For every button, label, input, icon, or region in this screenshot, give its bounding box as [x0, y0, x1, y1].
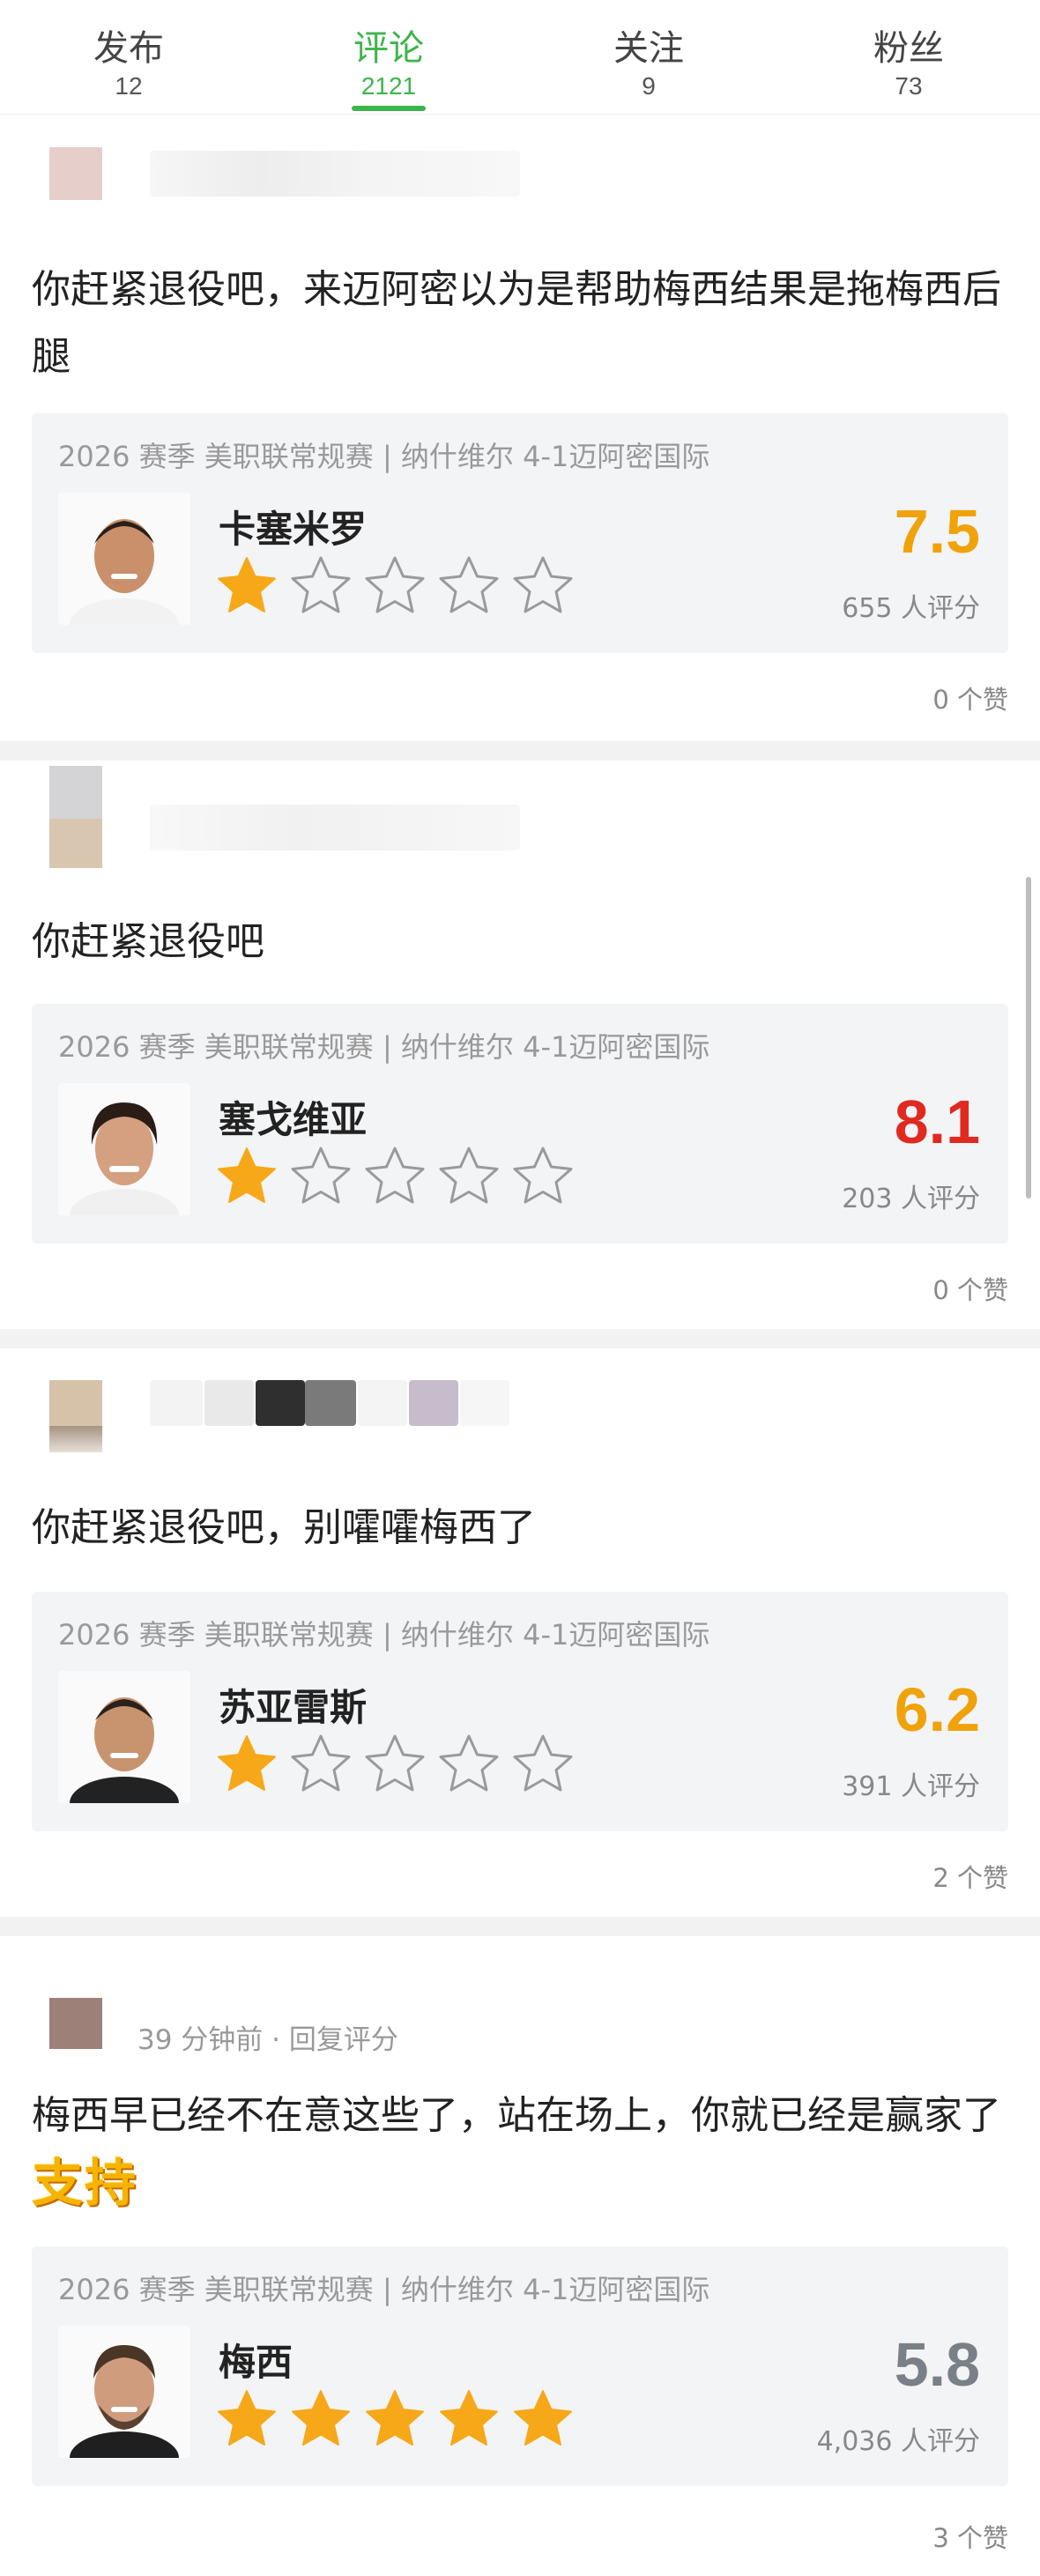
match-info: 2026 赛季 美职联常规赛 | 纳什维尔 4-1迈阿密国际 [58, 440, 710, 473]
like-count[interactable]: 3 个赞 [932, 2518, 1008, 2555]
divider [0, 1917, 1040, 1936]
avatar[interactable] [49, 147, 102, 200]
star-empty-icon[interactable] [511, 554, 575, 618]
comment-item: 你赶紧退役吧 2026 赛季 美职联常规赛 | 纳什维尔 4-1迈阿密国际 塞戈… [0, 761, 1040, 1329]
tab-posts[interactable]: 发布 12 [41, 0, 217, 115]
comment-text-content: 梅西早已经不在意这些了，站在场上，你就已经是赢家了 [32, 2093, 1001, 2138]
player-name: 卡塞米罗 [219, 508, 368, 551]
star-filled-icon[interactable] [363, 2387, 427, 2451]
tab-fans-label: 粉丝 [873, 28, 944, 69]
like-count[interactable]: 0 个赞 [932, 679, 1008, 716]
star-empty-icon[interactable] [289, 554, 353, 618]
rating-card[interactable]: 2026 赛季 美职联常规赛 | 纳什维尔 4-1迈阿密国际 梅西 5.8 4,… [32, 2246, 1008, 2486]
rater-count: 4,036 人评分 [816, 2426, 980, 2457]
player-photo [58, 1083, 190, 1215]
blurred-username [305, 1380, 356, 1426]
tab-fans-count: 73 [895, 72, 923, 100]
star-filled-icon[interactable] [511, 2387, 575, 2451]
star-empty-icon[interactable] [511, 1733, 575, 1796]
star-empty-icon[interactable] [437, 1733, 501, 1796]
tab-fans[interactable]: 粉丝 73 [821, 0, 997, 115]
comment-text-content: 你赶紧退役吧，别嚯嚯梅西了 [32, 1505, 536, 1550]
star-empty-icon[interactable] [289, 1145, 353, 1208]
blurred-username [460, 1380, 509, 1426]
comment-item: 39 分钟前 · 回复评分 梅西早已经不在意这些了，站在场上，你就已经是赢家了支… [0, 1936, 1040, 2576]
player-name: 梅西 [219, 2341, 293, 2384]
tab-comments-count: 2121 [360, 72, 417, 100]
star-filled-icon[interactable] [289, 2387, 353, 2451]
player-score: 5.8 [894, 2330, 980, 2399]
player-photo [58, 1671, 190, 1803]
tab-bar: 发布 12 评论 2121 关注 9 粉丝 73 [0, 0, 1040, 115]
tab-comments-label: 评论 [353, 28, 424, 69]
player-score: 6.2 [894, 1675, 980, 1744]
comment-meta[interactable]: 39 分钟前 · 回复评分 [137, 2017, 398, 2057]
comment-text: 你赶紧退役吧，别嚯嚯梅西了 [32, 1495, 1010, 1562]
star-empty-icon[interactable] [363, 1145, 427, 1208]
comment-item: 你赶紧退役吧，别嚯嚯梅西了 2026 赛季 美职联常规赛 | 纳什维尔 4-1迈… [0, 1348, 1040, 1917]
star-empty-icon[interactable] [511, 1145, 575, 1208]
match-info: 2026 赛季 美职联常规赛 | 纳什维尔 4-1迈阿密国际 [58, 1618, 710, 1652]
rater-count: 203 人评分 [842, 1184, 980, 1214]
blurred-username [358, 1380, 407, 1426]
star-empty-icon[interactable] [363, 554, 427, 618]
player-score: 8.1 [894, 1088, 980, 1156]
tab-posts-count: 12 [115, 72, 143, 100]
star-filled-icon[interactable] [215, 2387, 279, 2451]
divider [0, 741, 1040, 761]
avatar[interactable] [49, 1380, 102, 1426]
player-name: 苏亚雷斯 [219, 1686, 368, 1729]
blurred-username [256, 1380, 305, 1426]
avatar-lower [49, 1426, 102, 1452]
avatar[interactable] [49, 1998, 102, 2049]
rating-card[interactable]: 2026 赛季 美职联常规赛 | 纳什维尔 4-1迈阿密国际 塞戈维亚 8.1 … [32, 1004, 1008, 1243]
tab-following-label: 关注 [613, 28, 684, 69]
star-empty-icon[interactable] [289, 1733, 353, 1796]
divider [0, 1329, 1040, 1348]
comment-item: 你赶紧退役吧，来迈阿密以为是帮助梅西结果是拖梅西后腿 2026 赛季 美职联常规… [0, 115, 1040, 741]
blurred-username [204, 1380, 254, 1426]
player-score: 7.5 [894, 497, 980, 566]
star-empty-icon[interactable] [437, 554, 501, 618]
comment-text: 你赶紧退役吧，来迈阿密以为是帮助梅西结果是拖梅西后腿 [32, 256, 1010, 390]
comment-text: 你赶紧退役吧 [32, 909, 1010, 976]
star-filled-icon[interactable] [215, 1145, 279, 1208]
star-empty-icon[interactable] [437, 1145, 501, 1208]
star-rating[interactable] [215, 2387, 585, 2458]
tab-comments[interactable]: 评论 2121 [301, 0, 477, 115]
scrollbar[interactable] [1026, 877, 1031, 1199]
avatar-lower [49, 819, 102, 868]
match-info: 2026 赛季 美职联常规赛 | 纳什维尔 4-1迈阿密国际 [58, 2273, 710, 2306]
star-rating[interactable] [215, 1733, 585, 1803]
player-photo [58, 2326, 190, 2458]
tab-following[interactable]: 关注 9 [561, 0, 737, 115]
comment-text-content: 你赶紧退役吧 [32, 919, 264, 964]
rating-card[interactable]: 2026 赛季 美职联常规赛 | 纳什维尔 4-1迈阿密国际 卡塞米罗 7.5 … [32, 413, 1008, 653]
blurred-username [409, 1380, 458, 1426]
rater-count: 655 人评分 [842, 593, 980, 624]
star-filled-icon[interactable] [437, 2387, 501, 2451]
blurred-username [150, 151, 520, 197]
active-tab-indicator [352, 106, 426, 111]
like-count[interactable]: 2 个赞 [932, 1858, 1008, 1895]
star-rating[interactable] [215, 554, 585, 625]
player-name: 塞戈维亚 [219, 1098, 368, 1141]
star-empty-icon[interactable] [363, 1733, 427, 1796]
tab-posts-label: 发布 [93, 28, 164, 69]
player-photo [58, 493, 190, 625]
tab-following-count: 9 [642, 72, 656, 100]
comment-text: 梅西早已经不在意这些了，站在场上，你就已经是赢家了支持 [32, 2082, 1010, 2218]
support-sticker: 支持 [32, 2153, 138, 2213]
match-info: 2026 赛季 美职联常规赛 | 纳什维尔 4-1迈阿密国际 [58, 1030, 710, 1064]
rater-count: 391 人评分 [842, 1771, 980, 1802]
blurred-username [150, 1380, 203, 1426]
comment-text-content: 你赶紧退役吧，来迈阿密以为是帮助梅西结果是拖梅西后腿 [32, 267, 1001, 379]
star-rating[interactable] [215, 1145, 585, 1215]
star-filled-icon[interactable] [215, 554, 279, 618]
rating-card[interactable]: 2026 赛季 美职联常规赛 | 纳什维尔 4-1迈阿密国际 苏亚雷斯 6.2 … [32, 1592, 1008, 1831]
avatar[interactable] [49, 766, 102, 819]
blurred-username [150, 805, 520, 850]
like-count[interactable]: 0 个赞 [932, 1270, 1008, 1307]
star-filled-icon[interactable] [215, 1733, 279, 1796]
